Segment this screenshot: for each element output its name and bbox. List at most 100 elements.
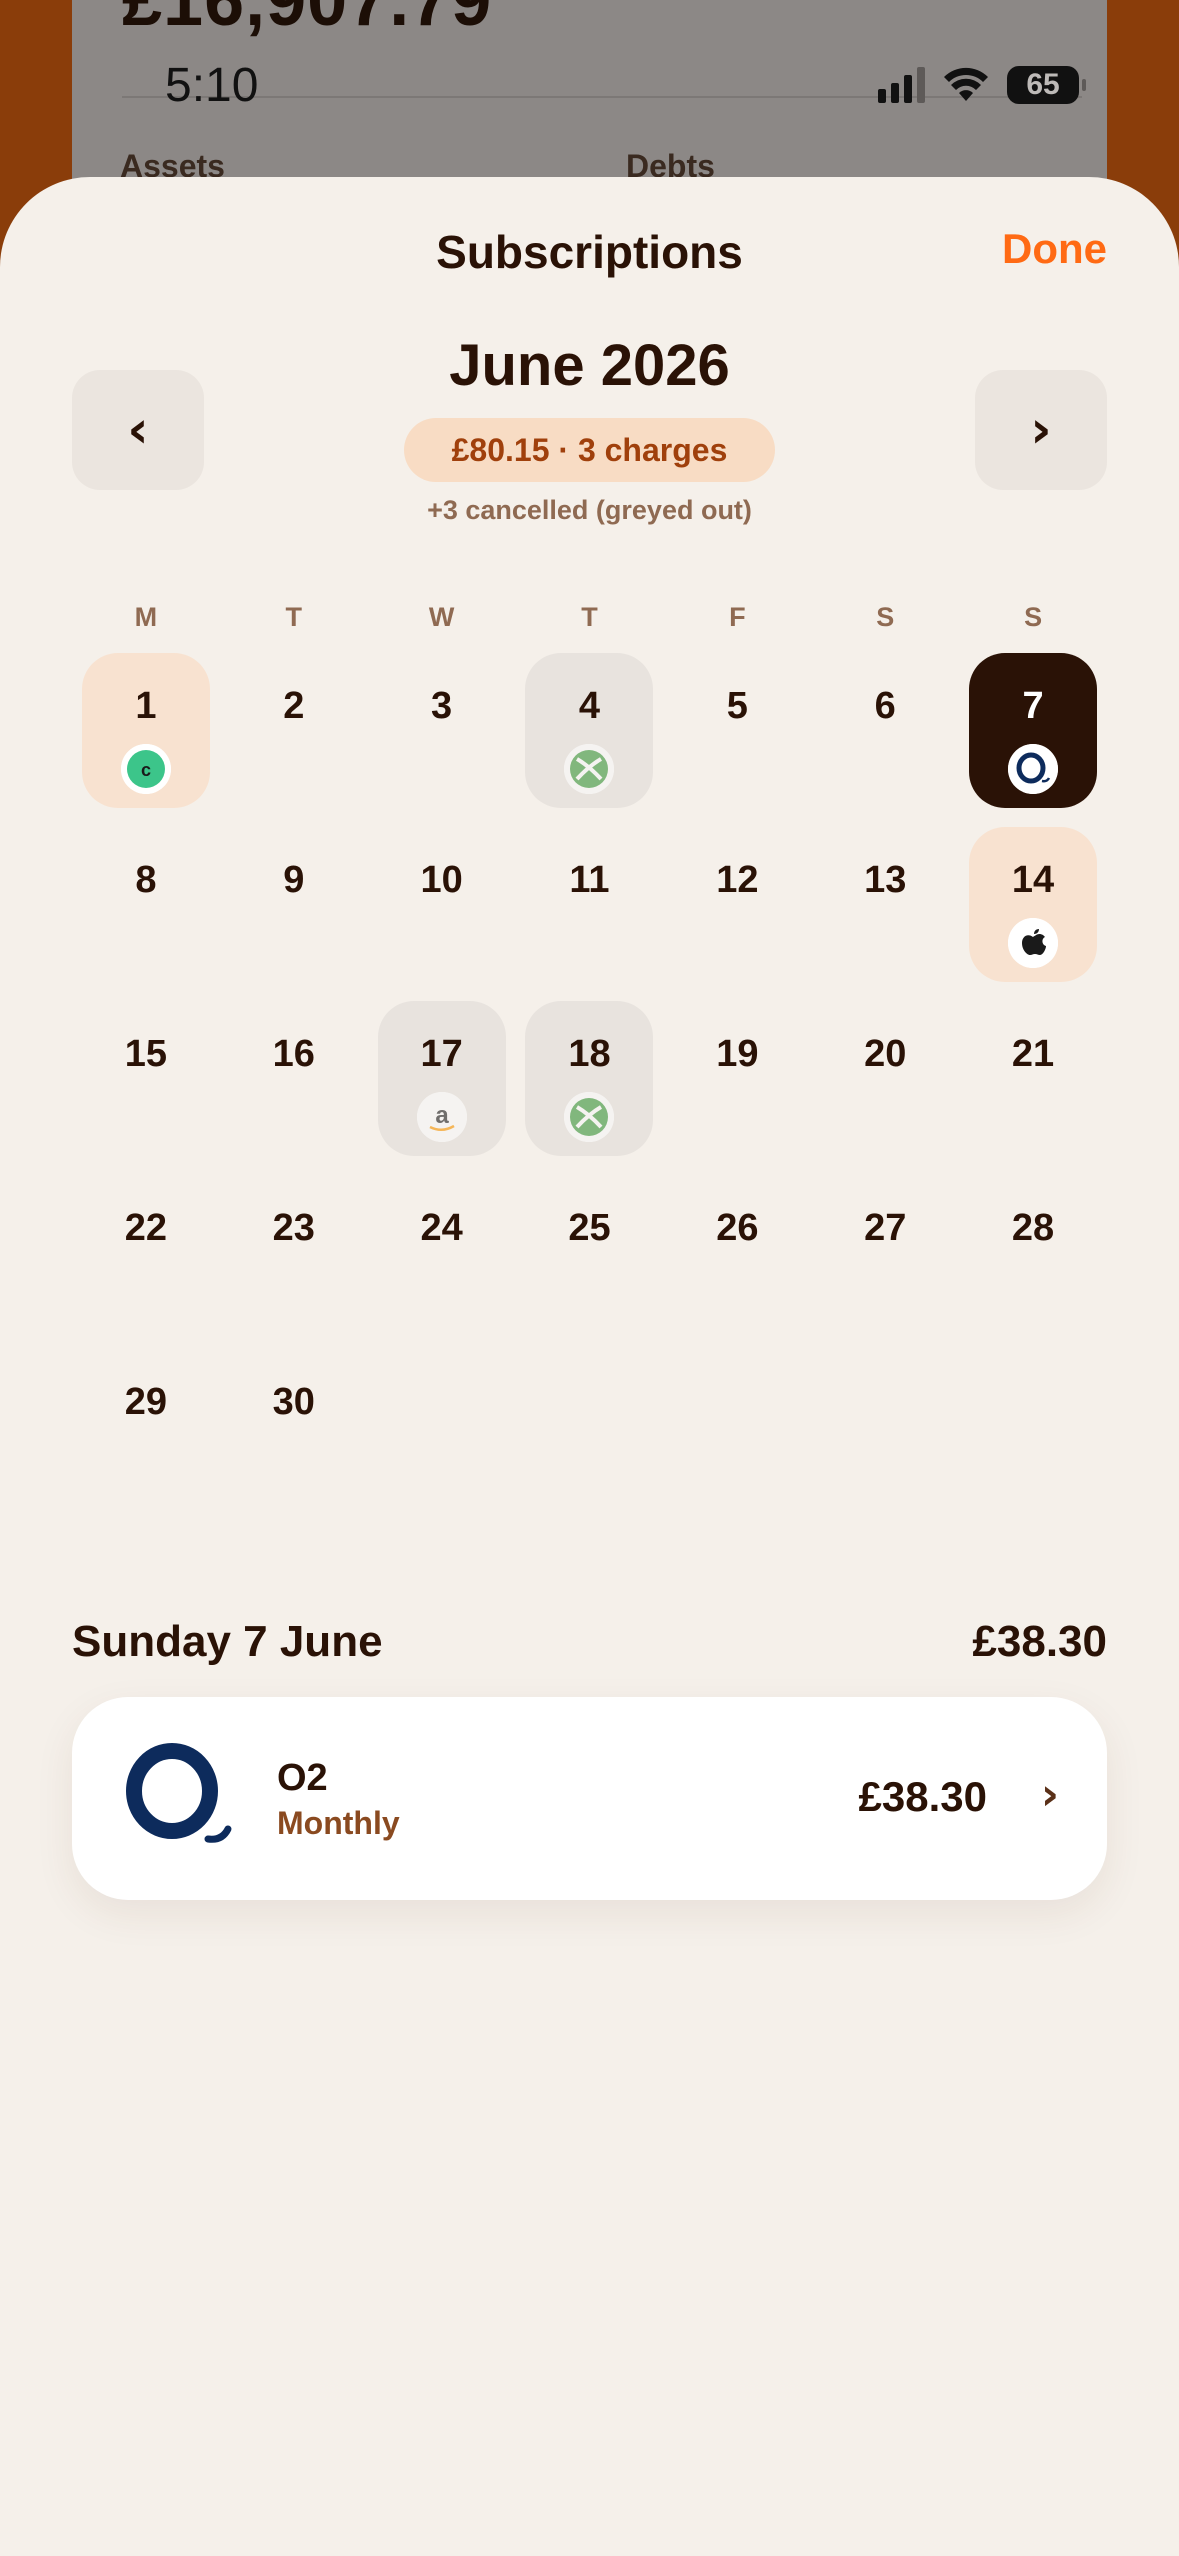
selected-day-total: £38.30 [972, 1617, 1107, 1666]
next-month-button[interactable]: › [975, 370, 1107, 490]
status-icons: 65 [878, 66, 1086, 104]
calendar-day-12[interactable]: 12 [663, 827, 811, 1001]
calendar-day-9[interactable]: 9 [220, 827, 368, 1001]
calendar-day-cell: 19 [673, 1001, 801, 1156]
calendar-day-cell: 5 [673, 653, 801, 808]
calendar-day-cell: 2 [230, 653, 358, 808]
o2-icon [1008, 744, 1059, 794]
calendar-day-cell: 8 [82, 827, 210, 982]
calendar-day-cell: 15 [82, 1001, 210, 1156]
calendar-day-6[interactable]: 6 [811, 653, 959, 827]
calendar-day-number: 16 [272, 1033, 315, 1075]
calendar-day-cell: 11 [525, 827, 653, 982]
calendar-day-number: 23 [272, 1207, 315, 1249]
net-worth-amount: £16,907.79 [122, 0, 493, 41]
svg-text:c: c [141, 760, 151, 780]
calendar-day-10[interactable]: 10 [368, 827, 516, 1001]
calendar-day-number: 11 [569, 859, 610, 901]
calendar-day-5[interactable]: 5 [663, 653, 811, 827]
calendar-day-cell: 25 [525, 1175, 653, 1330]
calendar-day-16[interactable]: 16 [220, 1001, 368, 1175]
calendar-day-cell: 7 [969, 653, 1098, 808]
calendar-day-number: 5 [726, 685, 748, 727]
cancelled-note: +3 cancelled (greyed out) [427, 495, 752, 525]
calendar-day-14[interactable]: 14 [959, 827, 1107, 1001]
calendar-day-cell: 12 [673, 827, 801, 982]
calendar-day-cell: 24 [378, 1175, 506, 1330]
calendar-day-27[interactable]: 27 [811, 1175, 959, 1349]
month-summary-pill: £80.15 · 3 charges [404, 418, 775, 482]
calendar-day-15[interactable]: 15 [72, 1001, 220, 1175]
calendar-day-cell: 29 [82, 1349, 210, 1504]
calendar-day-3[interactable]: 3 [368, 653, 516, 827]
calendar-day-cell: 22 [82, 1175, 210, 1330]
calendar-day-number: 27 [864, 1207, 907, 1249]
calendar-day-cell: 10 [378, 827, 506, 982]
calendar-day-19[interactable]: 19 [663, 1001, 811, 1175]
calendar-day-number: 7 [1022, 685, 1044, 727]
previous-month-button[interactable]: ‹ [72, 370, 204, 490]
calendar-day-number: 4 [578, 685, 601, 727]
calendar-day-number: 6 [874, 685, 896, 727]
calendar-day-number: 28 [1011, 1207, 1055, 1249]
chevron-right-icon: › [1040, 1769, 1059, 1820]
c-logo-icon: c [120, 744, 171, 794]
calendar-day-cell: 23 [230, 1175, 358, 1330]
o2-icon [126, 1743, 232, 1843]
calendar-day-number: 22 [124, 1207, 168, 1249]
calendar-day-22[interactable]: 22 [72, 1175, 220, 1349]
calendar-day-cell: 18 [525, 1001, 654, 1156]
weekday-label: T [581, 602, 598, 632]
weekday-label: S [1024, 602, 1043, 632]
calendar-day-13[interactable]: 13 [811, 827, 959, 1001]
calendar-day-cell: 4 [525, 653, 654, 808]
status-time: 5:10 [165, 59, 259, 112]
calendar-day-number: 17 [420, 1033, 463, 1075]
calendar-day-8[interactable]: 8 [72, 827, 220, 1001]
done-button[interactable]: Done [1002, 225, 1107, 273]
calendar-day-28[interactable]: 28 [959, 1175, 1107, 1349]
calendar-day-23[interactable]: 23 [220, 1175, 368, 1349]
calendar-day-number: 8 [135, 859, 157, 901]
calendar-day-29[interactable]: 29 [72, 1349, 220, 1523]
calendar-day-30[interactable]: 30 [220, 1349, 368, 1523]
calendar-day-cell: 14 [969, 827, 1098, 982]
calendar-day-7[interactable]: 7 [959, 653, 1107, 827]
apple-icon [1008, 918, 1059, 968]
calendar-day-cell: 20 [821, 1001, 949, 1156]
calendar-day-4[interactable]: 4 [516, 653, 664, 827]
subscription-name: O2 [277, 1757, 328, 1799]
calendar-day-number: 21 [1011, 1033, 1055, 1075]
calendar-day-number: 25 [568, 1207, 611, 1249]
calendar-day-cell: 13 [821, 827, 949, 982]
selected-day-title: Sunday 7 June [72, 1617, 383, 1666]
calendar-day-2[interactable]: 2 [220, 653, 368, 827]
calendar-day-number: 10 [420, 859, 463, 901]
weekday-label: F [729, 602, 746, 632]
calendar-day-17[interactable]: 17 a [368, 1001, 516, 1175]
calendar-day-number: 19 [716, 1033, 759, 1075]
xbox-icon [564, 1092, 615, 1142]
amazon-icon: a [416, 1092, 467, 1142]
calendar-day-18[interactable]: 18 [516, 1001, 664, 1175]
calendar-day-number: 30 [272, 1381, 315, 1423]
battery-icon: 65 [1007, 66, 1086, 104]
calendar-day-number: 2 [283, 685, 305, 727]
calendar-day-11[interactable]: 11 [516, 827, 664, 1001]
calendar-day-number: 3 [431, 685, 453, 727]
calendar-day-cell: 28 [969, 1175, 1097, 1330]
calendar-day-number: 26 [716, 1207, 759, 1249]
calendar-day-cell: 1c [81, 653, 210, 808]
calendar-day-24[interactable]: 24 [368, 1175, 516, 1349]
calendar-day-20[interactable]: 20 [811, 1001, 959, 1175]
cellular-signal-icon [878, 67, 925, 103]
calendar-day-number: 18 [568, 1033, 611, 1075]
subscription-amount: £38.30 [858, 1773, 987, 1820]
subscription-row[interactable]: O2 Monthly £38.30 › [72, 1697, 1107, 1900]
calendar-day-26[interactable]: 26 [663, 1175, 811, 1349]
calendar-day-25[interactable]: 25 [516, 1175, 664, 1349]
weekday-header: M T W T F S S [72, 602, 1107, 633]
calendar-day-21[interactable]: 21 [959, 1001, 1107, 1175]
weekday-label: W [428, 602, 455, 632]
calendar-day-1[interactable]: 1c [72, 653, 220, 827]
